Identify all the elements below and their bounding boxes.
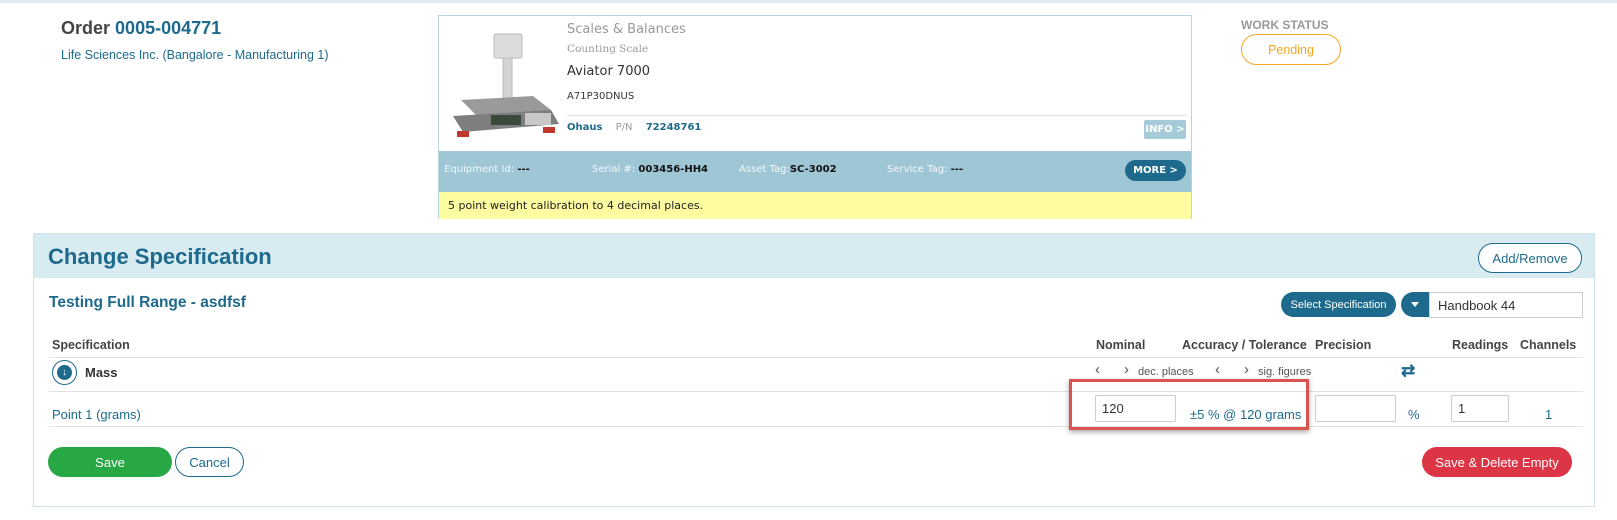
chevron-right-icon[interactable]: ›: [1124, 361, 1129, 378]
header-readings: Readings: [1452, 338, 1509, 352]
table-divider: [49, 426, 1583, 427]
customer-link[interactable]: Life Sciences Inc. (Bangalore - Manufact…: [61, 48, 329, 62]
group-name: Mass: [85, 365, 118, 380]
cancel-button[interactable]: Cancel: [175, 447, 244, 477]
order-title: Order 0005-004771: [61, 18, 221, 39]
order-number: 0005-004771: [115, 18, 222, 38]
collapse-group-toggle[interactable]: ↓: [52, 360, 77, 385]
specification-name: Testing Full Range - asdfsf: [49, 294, 246, 311]
equipment-category: Scales & Balances: [567, 22, 686, 37]
serial-value: 003456-HH4: [638, 164, 709, 175]
more-button[interactable]: MORE >: [1125, 160, 1186, 181]
save-delete-empty-button[interactable]: Save & Delete Empty: [1422, 447, 1572, 477]
service-tag-value: ---: [950, 164, 964, 175]
info-button[interactable]: INFO >: [1144, 120, 1186, 139]
asset-tag-value: SC-3002: [789, 164, 837, 175]
panel-title: Change Specification: [48, 244, 272, 269]
select-specification-button[interactable]: Select Specification: [1281, 292, 1396, 317]
equipment-card: Scales & Balances Counting Scale Aviator…: [438, 15, 1192, 219]
arrow-down-icon: ↓: [57, 365, 72, 380]
equipment-id-field: Equipment Id: ---: [444, 164, 530, 175]
dec-places-label: dec. places: [1138, 366, 1194, 378]
header-specification: Specification: [52, 338, 130, 352]
service-tag-field: Service Tag: ---: [887, 164, 963, 175]
caret-down-icon: [1411, 302, 1419, 307]
point-label[interactable]: Point 1 (grams): [52, 407, 141, 422]
equipment-divider: [567, 115, 1187, 116]
chevron-left-icon[interactable]: ‹: [1095, 361, 1100, 378]
order-label: Order: [61, 18, 111, 38]
equipment-model: Aviator 7000: [567, 64, 651, 79]
pn-value: 72248761: [645, 122, 702, 133]
asset-tag-label: Asset Tag:: [739, 164, 790, 175]
equipment-id-bar: Equipment Id: --- Serial #: 003456-HH4 A…: [439, 151, 1191, 192]
asset-tag-field: Asset Tag:SC-3002: [739, 164, 837, 175]
add-remove-button[interactable]: Add/Remove: [1478, 243, 1582, 273]
chevron-left-icon[interactable]: ‹: [1215, 361, 1220, 378]
equipment-id-label: Equipment Id:: [444, 164, 515, 175]
specification-dropdown-toggle[interactable]: [1401, 292, 1429, 317]
work-status-badge[interactable]: Pending: [1241, 34, 1341, 65]
top-border: [0, 0, 1617, 3]
sig-figures-label: sig. figures: [1258, 366, 1312, 378]
header-accuracy: Accuracy / Tolerance: [1182, 338, 1307, 352]
save-button[interactable]: Save: [48, 447, 172, 477]
serial-field: Serial #: 003456-HH4: [592, 164, 708, 175]
scale-product-image: [447, 24, 565, 142]
equipment-id-value: ---: [517, 164, 530, 175]
header-nominal: Nominal: [1096, 338, 1146, 352]
handbook-input[interactable]: [1429, 292, 1583, 318]
table-divider: [49, 357, 1583, 358]
serial-label: Serial #:: [592, 164, 636, 175]
pn-label: P/N: [615, 122, 633, 133]
header-channels: Channels: [1520, 338, 1577, 352]
service-tag-label: Service Tag:: [887, 164, 948, 175]
panel-header: Change Specification Add/Remove: [34, 234, 1594, 278]
swap-arrows-icon[interactable]: ⇄: [1401, 361, 1415, 381]
equipment-brand: Ohaus: [567, 122, 603, 133]
table-divider: [49, 391, 1583, 392]
equipment-part-number: Ohaus P/N 72248761: [567, 122, 701, 133]
readings-input[interactable]: [1451, 395, 1509, 422]
highlight-box: [1069, 379, 1309, 430]
precision-input[interactable]: [1315, 395, 1396, 422]
equipment-type: Counting Scale: [567, 43, 649, 55]
equipment-note: 5 point weight calibration to 4 decimal …: [439, 192, 1191, 219]
chevron-right-icon[interactable]: ›: [1244, 361, 1249, 378]
unit-toggle[interactable]: %: [1408, 407, 1420, 422]
work-status-label: WORK STATUS: [1241, 18, 1329, 32]
change-specification-panel: Change Specification Add/Remove Testing …: [33, 233, 1595, 507]
equipment-sku: A71P30DNUS: [567, 91, 635, 102]
channels-link[interactable]: 1: [1545, 407, 1552, 422]
header-precision: Precision: [1315, 338, 1372, 352]
